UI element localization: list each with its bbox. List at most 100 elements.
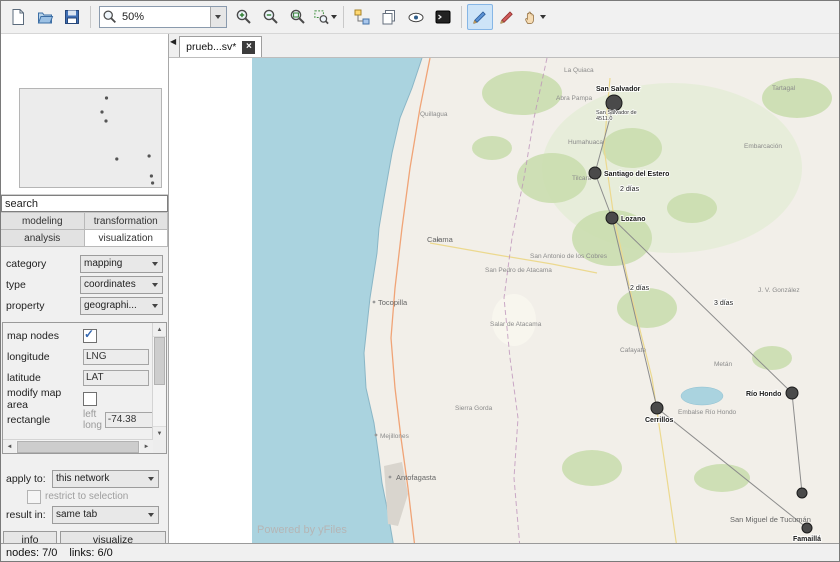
map-nodes-label: map nodes <box>7 330 83 342</box>
status-nodes: nodes: 7/0 <box>6 547 57 559</box>
network-node[interactable] <box>606 95 622 111</box>
preview-tool-button[interactable] <box>403 4 429 30</box>
longitude-field[interactable] <box>83 349 149 365</box>
property-select[interactable]: geographi... <box>80 297 163 315</box>
open-file-button[interactable] <box>32 4 58 30</box>
modify-map-area-row: modify map area <box>3 388 153 409</box>
toolbar-separator <box>461 6 462 28</box>
edge-label: 3 días <box>714 300 734 307</box>
map-canvas[interactable]: La QuiacaAbra PampaTartagalEmbarcaciónHu… <box>169 58 839 543</box>
map-place-label: Tartagal <box>772 85 796 92</box>
zoom-level-select[interactable]: 50% <box>99 6 227 28</box>
scroll-left-icon[interactable]: ◄ <box>3 440 16 453</box>
map-nodes-checkbox[interactable] <box>83 329 97 343</box>
node-label: Río Hondo <box>746 391 781 398</box>
node-label: San Salvador <box>596 86 641 93</box>
map-place-label: Abra Pampa <box>556 95 593 102</box>
search-input[interactable] <box>1 195 168 212</box>
new-document-button[interactable] <box>5 4 31 30</box>
status-links: links: 6/0 <box>69 547 112 559</box>
tab-modeling[interactable]: modeling <box>1 213 85 230</box>
type-select[interactable]: coordinates <box>80 276 163 294</box>
latitude-field[interactable] <box>83 370 149 386</box>
node-label: Famaillá <box>793 536 821 543</box>
modify-map-area-checkbox[interactable] <box>83 392 97 406</box>
restrict-to-selection-row: restrict to selection <box>1 489 168 504</box>
left-long-field[interactable] <box>105 412 153 428</box>
zoom-in-button[interactable] <box>231 4 257 30</box>
longitude-label: longitude <box>7 351 83 363</box>
node-sublabel: 4511.0 <box>596 116 612 122</box>
parameter-panel-content: map nodes longitude latitude modify map … <box>3 323 153 440</box>
zoom-to-area-button[interactable] <box>312 4 338 30</box>
network-node[interactable] <box>802 523 812 533</box>
map-lake <box>681 387 723 405</box>
document-tab[interactable]: prueb...sv* × <box>179 36 262 57</box>
annotate-tool-button[interactable] <box>494 4 520 30</box>
console-button[interactable] <box>430 4 456 30</box>
minimap-node-dot <box>104 119 107 122</box>
map-place-label: Mejillones <box>380 433 410 440</box>
restrict-to-selection-label: restrict to selection <box>45 491 128 502</box>
visualize-button[interactable]: visualize <box>60 531 166 543</box>
duplicate-view-button[interactable] <box>376 4 402 30</box>
horizontal-scrollbar-thumb[interactable] <box>17 441 139 453</box>
overview-minimap[interactable] <box>1 34 168 195</box>
chevron-down-icon <box>540 15 546 19</box>
result-in-select[interactable]: same tab <box>52 506 159 524</box>
main-body: modeling transformation analysis visuali… <box>1 34 839 543</box>
scroll-up-icon[interactable]: ▲ <box>153 323 166 337</box>
scroll-down-icon[interactable]: ▼ <box>153 426 166 440</box>
zoom-combo-dropdown-button[interactable] <box>210 7 226 27</box>
action-buttons-row: info visualize <box>1 525 168 543</box>
minimap-node-dot <box>148 154 151 157</box>
minimap-node-dot <box>151 181 154 184</box>
map-place-label: Calama <box>427 235 454 244</box>
map-place-label: Humahuaca <box>568 139 603 146</box>
network-node[interactable] <box>651 402 663 414</box>
save-button[interactable] <box>59 4 85 30</box>
network-node[interactable] <box>589 167 601 179</box>
vertical-scrollbar-thumb[interactable] <box>154 337 165 385</box>
network-node[interactable] <box>786 387 798 399</box>
map-image: La QuiacaAbra PampaTartagalEmbarcaciónHu… <box>252 58 839 543</box>
map-image-wrap: La QuiacaAbra PampaTartagalEmbarcaciónHu… <box>252 58 839 543</box>
tab-visualization[interactable]: visualization <box>85 230 169 247</box>
chevron-down-icon <box>152 262 158 266</box>
property-row: property geographi... <box>1 295 168 316</box>
info-button[interactable]: info <box>3 531 57 543</box>
tab-transformation[interactable]: transformation <box>85 213 169 230</box>
latitude-label: latitude <box>7 372 83 384</box>
restrict-to-selection-checkbox <box>27 490 41 504</box>
collapse-panel-arrow[interactable]: ◀ <box>170 38 176 46</box>
apply-to-select[interactable]: this network <box>52 470 159 488</box>
map-place-label: J. V. González <box>758 287 800 294</box>
zoom-out-button[interactable] <box>258 4 284 30</box>
latitude-row: latitude <box>3 367 153 388</box>
map-place-label: Antofagasta <box>396 473 437 482</box>
edit-tool-button[interactable] <box>467 4 493 30</box>
tab-analysis[interactable]: analysis <box>1 230 85 247</box>
result-in-row: result in: same tab <box>1 504 168 525</box>
map-place-label: Sierra Gorda <box>455 405 493 412</box>
network-node[interactable] <box>797 488 807 498</box>
edge-label: 2 días <box>630 285 650 292</box>
pages-icon <box>380 8 398 26</box>
pan-tool-button[interactable] <box>521 4 547 30</box>
node-label: Cerrillos <box>645 417 674 424</box>
category-select[interactable]: mapping <box>80 255 163 273</box>
minimap-node-dot <box>105 96 108 99</box>
chevron-down-icon <box>152 283 158 287</box>
horizontal-scrollbar[interactable]: ◄ ► <box>3 439 153 453</box>
fit-content-button[interactable] <box>285 4 311 30</box>
chevron-down-icon <box>148 477 154 481</box>
vertical-scrollbar[interactable]: ▲ ▼ <box>152 323 166 440</box>
network-node[interactable] <box>606 212 618 224</box>
tab-close-button[interactable]: × <box>242 41 255 54</box>
map-place-label: San Antonio de los Cobres <box>530 253 608 260</box>
layout-tool-button[interactable] <box>349 4 375 30</box>
rectangle-row: rectangle left long <box>3 409 153 430</box>
scroll-right-icon[interactable]: ► <box>140 440 153 453</box>
console-icon <box>434 8 452 26</box>
eye-icon <box>407 8 425 26</box>
